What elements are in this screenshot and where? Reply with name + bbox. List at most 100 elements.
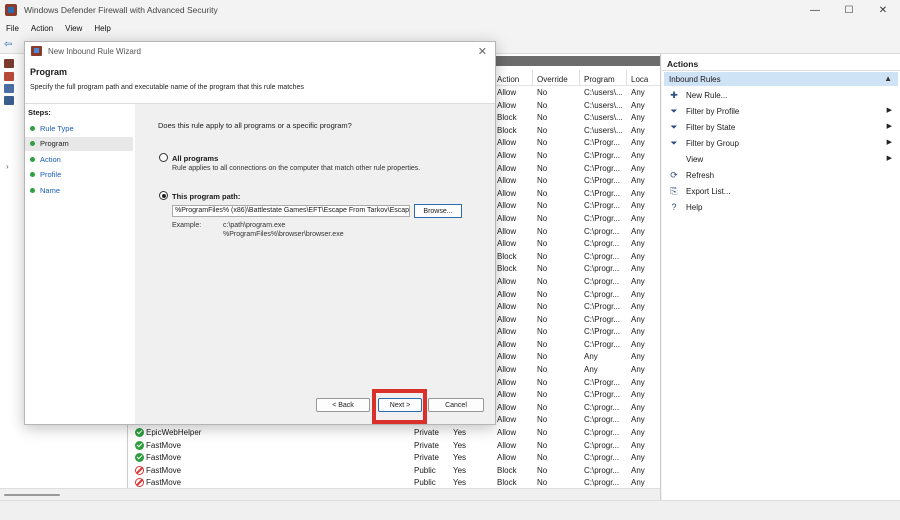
tree-scrollbar[interactable] bbox=[0, 488, 128, 500]
step-rule-type[interactable]: Rule Type bbox=[25, 121, 133, 135]
step-name[interactable]: Name bbox=[25, 183, 133, 197]
rule-cell-action: Allow bbox=[497, 150, 517, 160]
steps-label: Steps: bbox=[28, 108, 51, 117]
action-filter-by-profile[interactable]: ⏷ Filter by Profile ▶ bbox=[664, 104, 898, 118]
rule-cell-loc: Any bbox=[631, 138, 645, 148]
window-titlebar: Windows Defender Firewall with Advanced … bbox=[0, 0, 900, 20]
step-profile[interactable]: Profile bbox=[25, 168, 133, 182]
rule-cell-program: C:\progr... bbox=[584, 440, 620, 450]
menu-action[interactable]: Action bbox=[25, 24, 59, 33]
rule-cell-action: Allow bbox=[497, 365, 517, 375]
rule-cell-action: Allow bbox=[497, 402, 517, 412]
new-rule-icon: ✚ bbox=[670, 89, 678, 100]
rule-cell-override: No bbox=[537, 465, 548, 475]
rule-cell-override: No bbox=[537, 163, 548, 173]
close-button[interactable]: ✕ bbox=[866, 0, 900, 20]
rule-cell-override: No bbox=[537, 201, 548, 211]
action-refresh[interactable]: ⟳ Refresh bbox=[664, 168, 898, 182]
rule-cell-loc: Any bbox=[631, 289, 645, 299]
program-path-input[interactable]: %ProgramFiles% (x86)\Battlestate Games\E… bbox=[172, 205, 410, 217]
table-row[interactable]: FastMove Private Yes Allow No C:\progr... Any bbox=[128, 440, 660, 453]
rule-cell-loc: Any bbox=[631, 201, 645, 211]
rule-cell-program: C:\Progr... bbox=[584, 188, 621, 198]
expand-arrow-icon[interactable]: › bbox=[6, 162, 9, 171]
action-filter-by-group[interactable]: ⏷ Filter by Group ▶ bbox=[664, 136, 898, 150]
rule-cell-override: No bbox=[537, 226, 548, 236]
wizard-title: New Inbound Rule Wizard bbox=[48, 46, 141, 56]
action-help[interactable]: ? Help bbox=[664, 200, 898, 214]
rule-cell-loc: Any bbox=[631, 251, 645, 261]
all-programs-label[interactable]: All programs bbox=[172, 154, 218, 163]
rule-cell-action: Allow bbox=[497, 314, 517, 324]
rule-cell-name: FastMove bbox=[146, 440, 182, 450]
actions-section-inbound-rules[interactable]: Inbound Rules ▲ bbox=[664, 72, 898, 86]
inbound-rules-icon[interactable] bbox=[4, 72, 14, 81]
menu-help[interactable]: Help bbox=[88, 24, 116, 33]
rule-cell-action: Block bbox=[497, 251, 517, 261]
action-filter-by-state[interactable]: ⏷ Filter by State ▶ bbox=[664, 120, 898, 134]
browse-button[interactable]: Browse... bbox=[414, 204, 462, 218]
action-export-list[interactable]: ⎘ Export List... bbox=[664, 184, 898, 198]
rule-cell-override: No bbox=[537, 402, 548, 412]
column-action[interactable]: Action bbox=[497, 75, 519, 84]
submenu-arrow-icon: ▶ bbox=[886, 139, 892, 146]
step-action[interactable]: Action bbox=[25, 152, 133, 166]
connection-rules-icon[interactable] bbox=[4, 96, 14, 105]
block-rule-icon bbox=[135, 465, 144, 475]
program-path-label[interactable]: This program path: bbox=[172, 192, 240, 201]
step-dot-icon bbox=[30, 187, 35, 193]
submenu-arrow-icon: ▶ bbox=[886, 123, 892, 130]
menu-file[interactable]: File bbox=[0, 24, 25, 33]
rule-cell-override: No bbox=[537, 377, 548, 387]
column-override[interactable]: Override bbox=[537, 75, 568, 84]
column-local-address[interactable]: Loca bbox=[631, 75, 648, 84]
all-programs-radio[interactable] bbox=[159, 153, 168, 162]
table-row[interactable]: EpicWebHelper Private Yes Allow No C:\progr..… bbox=[128, 427, 660, 440]
new-inbound-rule-wizard: New Inbound Rule Wizard ✕ Program Specif… bbox=[24, 41, 496, 425]
collapse-icon[interactable]: ▲ bbox=[884, 74, 892, 83]
column-program[interactable]: Program bbox=[584, 75, 615, 84]
step-program[interactable]: Program bbox=[25, 136, 133, 151]
program-question: Does this rule apply to all programs or … bbox=[158, 121, 352, 130]
action-new-rule[interactable]: ✚ New Rule... bbox=[664, 88, 898, 102]
program-path-radio[interactable] bbox=[159, 191, 168, 200]
outbound-rules-icon[interactable] bbox=[4, 84, 14, 93]
rule-cell-override: No bbox=[537, 100, 548, 110]
action-view[interactable]: View ▶ bbox=[664, 152, 898, 166]
rule-cell-program: C:\progr... bbox=[584, 251, 620, 261]
rule-cell-name: EpicWebHelper bbox=[146, 428, 202, 438]
rule-cell-action: Allow bbox=[497, 100, 517, 110]
back-arrow-icon[interactable]: ⇦ bbox=[4, 39, 12, 50]
rule-cell-action: Block bbox=[497, 113, 517, 123]
menu-view[interactable]: View bbox=[59, 24, 88, 33]
back-button[interactable]: < Back bbox=[316, 398, 370, 412]
rule-cell-loc: Any bbox=[631, 365, 645, 375]
wizard-page-title: Program bbox=[30, 67, 68, 77]
rule-cell-action: Allow bbox=[497, 302, 517, 312]
wizard-close-icon[interactable]: ✕ bbox=[478, 45, 487, 58]
action-label: View bbox=[686, 154, 704, 164]
rule-cell-program: C:\Progr... bbox=[584, 201, 621, 211]
maximize-button[interactable]: ☐ bbox=[832, 0, 866, 20]
minimize-button[interactable]: — bbox=[798, 0, 832, 20]
rule-cell-action: Allow bbox=[497, 327, 517, 337]
rule-cell-override: No bbox=[537, 264, 548, 274]
action-label: Filter by Profile bbox=[686, 106, 740, 116]
rule-cell-override: No bbox=[537, 327, 548, 337]
rule-cell-program: C:\Progr... bbox=[584, 150, 621, 160]
rule-cell-loc: Any bbox=[631, 188, 645, 198]
wizard-titlebar: New Inbound Rule Wizard ✕ bbox=[25, 42, 495, 60]
rule-cell-loc: Any bbox=[631, 163, 645, 173]
window-controls: — ☐ ✕ bbox=[798, 0, 900, 20]
rule-cell-program: C:\users\... bbox=[584, 88, 623, 97]
step-dot-icon bbox=[30, 125, 35, 131]
rule-cell-program: C:\progr... bbox=[584, 453, 620, 463]
firewall-tree-icon[interactable] bbox=[4, 59, 14, 68]
table-row[interactable]: FastMove Public Yes Block No C:\progr... Any bbox=[128, 465, 660, 478]
rule-cell-enabled: Yes bbox=[453, 453, 467, 463]
cancel-button[interactable]: Cancel bbox=[428, 398, 484, 412]
actions-pane: Actions Inbound Rules ▲ ✚ New Rule... ⏷ Fil… bbox=[662, 54, 900, 500]
rules-scrollbar[interactable] bbox=[128, 488, 660, 500]
rule-cell-override: No bbox=[537, 113, 548, 123]
table-row[interactable]: FastMove Private Yes Allow No C:\progr... Any bbox=[128, 452, 660, 465]
